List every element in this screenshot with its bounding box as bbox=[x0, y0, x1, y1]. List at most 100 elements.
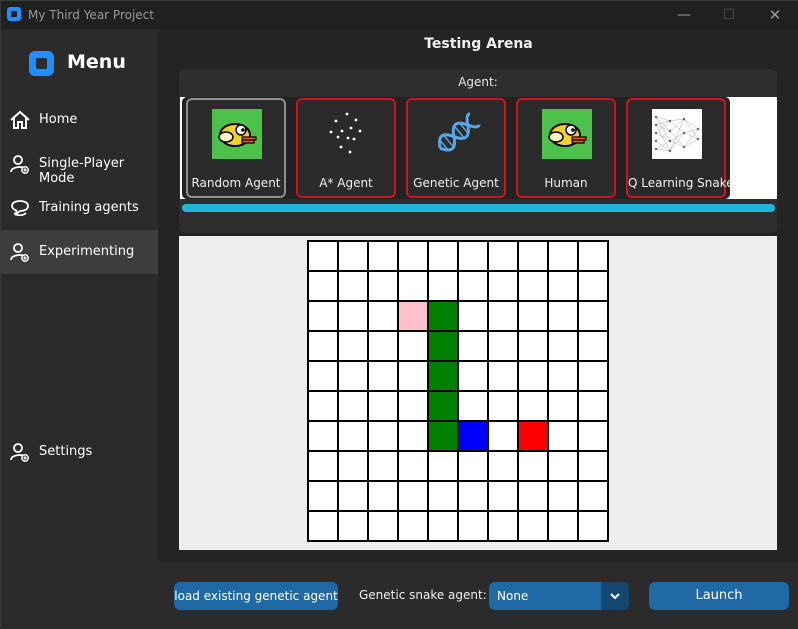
sidebar-item-label: Settings bbox=[39, 444, 93, 459]
app-icon bbox=[7, 7, 21, 21]
grid-cell bbox=[397, 510, 429, 542]
grid-cell bbox=[307, 360, 339, 392]
sidebar-item-settings[interactable]: Settings bbox=[1, 430, 158, 474]
grid-cell bbox=[547, 360, 579, 392]
grid-cell bbox=[487, 270, 519, 302]
sidebar-item-single-player[interactable]: Single-Player Mode bbox=[1, 142, 158, 186]
grid-cell bbox=[577, 240, 609, 272]
grid-cell bbox=[457, 240, 489, 272]
grid-cell bbox=[367, 450, 399, 482]
grid-cell bbox=[337, 480, 369, 512]
scatter-dots-icon bbox=[329, 112, 362, 154]
grid-cell bbox=[517, 330, 549, 362]
grid-cell bbox=[517, 240, 549, 272]
grid-cell bbox=[577, 480, 609, 512]
agent-card-genetic[interactable]: Genetic Agent bbox=[406, 98, 506, 198]
agent-selector-panel: Agent: Random Agent A* Agent Genetic Age… bbox=[179, 69, 777, 233]
grid-cell bbox=[337, 510, 369, 542]
grid-cell bbox=[427, 240, 459, 272]
bottom-controls: load existing genetic agent Genetic snak… bbox=[158, 562, 798, 629]
genetic-agent-select-label: Genetic snake agent: bbox=[359, 588, 487, 602]
grid-cell bbox=[517, 390, 549, 422]
grid-cell bbox=[307, 510, 339, 542]
grid-cell bbox=[577, 330, 609, 362]
grid-cell bbox=[547, 240, 579, 272]
grid-cell bbox=[397, 420, 429, 452]
user-add-icon bbox=[10, 243, 29, 262]
snake-segment bbox=[427, 390, 459, 422]
grid-cell bbox=[577, 360, 609, 392]
grid-cell bbox=[337, 330, 369, 362]
agent-card-q-learning[interactable]: Q Learning Snake bbox=[626, 98, 734, 198]
sidebar-item-training[interactable]: Training agents bbox=[1, 186, 158, 230]
launch-button[interactable]: Launch bbox=[649, 582, 789, 610]
grid-cell bbox=[457, 450, 489, 482]
agent-card-label: Q Learning Snake bbox=[628, 176, 734, 190]
grid-cell bbox=[397, 450, 429, 482]
grid-cell bbox=[337, 420, 369, 452]
agent-card-label: A* Agent bbox=[319, 176, 373, 190]
grid-cell bbox=[487, 450, 519, 482]
dna-icon bbox=[438, 112, 481, 152]
user-add-icon bbox=[10, 155, 29, 174]
grid-cell bbox=[547, 330, 579, 362]
maximize-button[interactable]: ☐ bbox=[706, 1, 752, 29]
grid-cell bbox=[307, 390, 339, 422]
grid-cell bbox=[307, 240, 339, 272]
sidebar-item-label: Experimenting bbox=[39, 244, 135, 259]
grid-cell bbox=[397, 240, 429, 272]
grid-cell bbox=[577, 270, 609, 302]
title-bar: My Third Year Project — ☐ ✕ bbox=[1, 1, 798, 29]
sidebar-item-experimenting[interactable]: Experimenting bbox=[1, 230, 158, 274]
grid-cell bbox=[397, 270, 429, 302]
window-title: My Third Year Project bbox=[28, 8, 154, 22]
grid-cell bbox=[337, 300, 369, 332]
genetic-agent-dropdown[interactable]: None bbox=[489, 582, 629, 610]
minimize-button[interactable]: — bbox=[661, 1, 707, 29]
grid-cell bbox=[487, 510, 519, 542]
app-logo-icon bbox=[29, 51, 54, 76]
sidebar: Menu Home Single-Player Mode Training ag bbox=[1, 29, 158, 629]
grid-cell bbox=[307, 480, 339, 512]
main-content: Testing Arena Agent: Random Agent A* Age… bbox=[158, 29, 798, 629]
grid-cell bbox=[427, 480, 459, 512]
grid-cell bbox=[457, 300, 489, 332]
snake-segment bbox=[427, 330, 459, 362]
grid-cell bbox=[367, 330, 399, 362]
grid-cell bbox=[457, 390, 489, 422]
grid-cell bbox=[517, 510, 549, 542]
grid-cell bbox=[547, 270, 579, 302]
chat-icon bbox=[11, 200, 29, 217]
agent-card-human[interactable]: Human bbox=[516, 98, 616, 198]
grid-cell bbox=[487, 330, 519, 362]
grid-cell bbox=[427, 270, 459, 302]
sidebar-item-home[interactable]: Home bbox=[1, 98, 158, 142]
grid-cell bbox=[487, 240, 519, 272]
grid-cell bbox=[307, 420, 339, 452]
agent-card-astar[interactable]: A* Agent bbox=[296, 98, 396, 198]
dropdown-arrow[interactable] bbox=[601, 582, 629, 610]
flappy-bird-icon bbox=[542, 109, 592, 159]
grid-cell bbox=[487, 420, 519, 452]
agent-card-random[interactable]: Random Agent bbox=[186, 98, 286, 198]
grid-cell bbox=[397, 480, 429, 512]
agent-scrollbar-thumb[interactable] bbox=[182, 204, 775, 212]
dropdown-value: None bbox=[497, 589, 529, 603]
agent-scroll-area[interactable]: Random Agent A* Agent Genetic Agent Huma… bbox=[180, 97, 777, 199]
grid-cell bbox=[367, 270, 399, 302]
agent-card-strip: Random Agent A* Agent Genetic Agent Huma… bbox=[182, 97, 734, 199]
grid-cell bbox=[457, 330, 489, 362]
grid-cell bbox=[517, 480, 549, 512]
grid-cell bbox=[337, 390, 369, 422]
grid-cell bbox=[547, 420, 579, 452]
grid-cell bbox=[517, 300, 549, 332]
grid-cell bbox=[487, 300, 519, 332]
agent-card-label: Genetic Agent bbox=[413, 176, 499, 190]
food-cell bbox=[517, 420, 549, 452]
grid-cell bbox=[457, 510, 489, 542]
load-genetic-agent-button[interactable]: load existing genetic agent bbox=[174, 582, 338, 610]
close-button[interactable]: ✕ bbox=[752, 1, 798, 29]
agent-label: Agent: bbox=[458, 75, 498, 89]
agent-scrollbar[interactable] bbox=[182, 204, 775, 212]
grid-cell bbox=[517, 450, 549, 482]
